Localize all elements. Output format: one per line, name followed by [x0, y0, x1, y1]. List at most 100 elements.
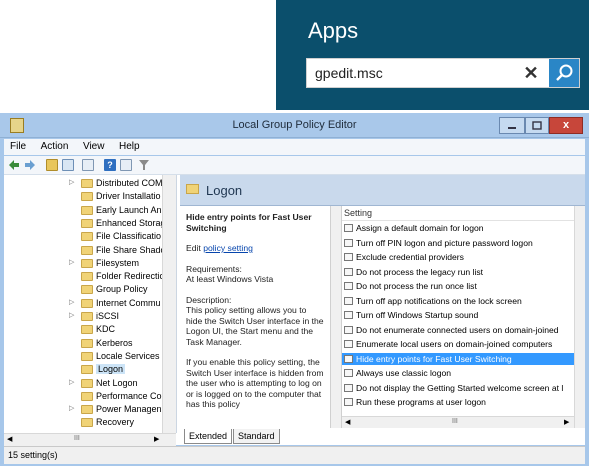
folder-icon: [81, 378, 93, 388]
tree-vertical-scrollbar[interactable]: [162, 175, 176, 433]
tree-item-label: Locale Services: [96, 350, 160, 361]
tree-item[interactable]: Locale Services: [4, 350, 164, 363]
column-header-setting[interactable]: Setting: [342, 206, 574, 221]
help-icon[interactable]: ?: [104, 159, 116, 171]
setting-row[interactable]: Enumerate local users on domain-joined c…: [342, 338, 574, 350]
setting-row[interactable]: Turn off app notifications on the lock s…: [342, 295, 574, 307]
folder-icon: [81, 285, 93, 295]
menu-help[interactable]: Help: [113, 139, 146, 154]
tree-item[interactable]: KDC: [4, 323, 164, 336]
scroll-left-icon[interactable]: ◀: [345, 418, 350, 426]
setting-label: Always use classic logon: [356, 368, 452, 378]
tab-standard[interactable]: Standard: [233, 429, 280, 444]
menu-file[interactable]: File: [4, 139, 32, 154]
search-input[interactable]: [315, 63, 515, 83]
export-list-icon[interactable]: [82, 159, 94, 171]
setting-row[interactable]: Turn off PIN logon and picture password …: [342, 237, 574, 249]
policy-setting-icon: [344, 340, 353, 348]
menu-view[interactable]: View: [77, 139, 111, 154]
tree-item[interactable]: Performance Co: [4, 390, 164, 403]
tree-item[interactable]: Enhanced Storag: [4, 217, 166, 230]
tree-item[interactable]: ▷ Power Managen: [4, 403, 164, 416]
clear-icon[interactable]: ✕: [520, 62, 542, 84]
edit-policy-link[interactable]: policy setting: [203, 243, 253, 253]
tree-item[interactable]: File Share Shado: [4, 244, 166, 257]
tree-item[interactable]: Early Launch An: [4, 204, 164, 217]
tree-item[interactable]: ▷ Net Logon: [4, 377, 164, 390]
tree-horizontal-scrollbar[interactable]: ◀ III ▶: [4, 433, 176, 446]
expand-arrow-icon[interactable]: ▷: [69, 378, 74, 386]
tree-item[interactable]: ▷ Distributed COM: [4, 177, 164, 190]
tree-item-label: Enhanced Storag: [96, 217, 166, 228]
setting-row[interactable]: Run these programs at user logon: [342, 396, 574, 408]
expand-arrow-icon[interactable]: ▷: [69, 404, 74, 412]
tree-item-label: File Classificatio: [96, 231, 162, 242]
policy-setting-icon: [344, 354, 353, 363]
setting-row[interactable]: Do not process the legacy run list: [342, 266, 574, 278]
pane-splitter[interactable]: [330, 206, 342, 428]
back-icon[interactable]: [8, 159, 20, 171]
forward-icon[interactable]: [24, 159, 36, 171]
tree-pane[interactable]: ▷ Distributed COM Driver Installatio Early …: [4, 175, 177, 433]
tree-item[interactable]: Folder Redirectic: [4, 270, 164, 283]
setting-row[interactable]: Exclude credential providers: [342, 251, 574, 263]
expand-arrow-icon[interactable]: ▷: [69, 178, 74, 186]
expand-arrow-icon[interactable]: ▷: [69, 258, 74, 266]
up-folder-icon[interactable]: [46, 159, 58, 171]
properties-icon[interactable]: [120, 159, 132, 171]
requirements: Requirements: At least Windows Vista: [186, 264, 324, 285]
settings-vertical-scrollbar[interactable]: [574, 206, 585, 428]
setting-row[interactable]: Hide entry points for Fast User Switchin…: [342, 352, 574, 365]
menu-action[interactable]: Action: [35, 139, 75, 154]
menu-bar: File Action View Help: [4, 139, 585, 155]
tree-item[interactable]: Logon: [4, 363, 164, 376]
tree-item[interactable]: Recovery: [4, 416, 164, 429]
close-button[interactable]: x: [549, 117, 583, 134]
scroll-right-icon[interactable]: ▶: [154, 435, 159, 443]
setting-row[interactable]: Do not process the run once list: [342, 280, 574, 292]
search-button[interactable]: [549, 59, 579, 87]
scroll-left-icon[interactable]: ◀: [7, 435, 12, 443]
expand-arrow-icon[interactable]: ▷: [69, 311, 74, 319]
maximize-button[interactable]: [525, 117, 549, 134]
settings-horizontal-scrollbar[interactable]: ◀ III ▶: [342, 416, 574, 428]
folder-icon: [81, 418, 93, 428]
tree-item[interactable]: ▷ iSCSI: [4, 310, 164, 323]
setting-label: Enumerate local users on domain-joined c…: [356, 339, 553, 349]
tree-item[interactable]: Kerberos: [4, 337, 164, 350]
tree-item[interactable]: ▷ Filesystem: [4, 257, 164, 270]
setting-row[interactable]: Do not display the Getting Started welco…: [342, 382, 574, 394]
folder-icon: [81, 205, 93, 215]
policy-setting-icon: [344, 383, 353, 392]
search-icon: [556, 64, 573, 81]
title-bar[interactable]: Local Group Policy Editor x: [0, 113, 589, 138]
tab-extended[interactable]: Extended: [184, 429, 233, 444]
policy-setting-icon: [344, 267, 353, 276]
setting-row[interactable]: Turn off Windows Startup sound: [342, 309, 574, 321]
settings-list[interactable]: Setting Assign a default domain for logo…: [342, 206, 585, 428]
folder-icon: [81, 365, 93, 375]
expand-arrow-icon[interactable]: ▷: [69, 298, 74, 306]
tree-item[interactable]: Driver Installatio: [4, 190, 164, 203]
tree-item[interactable]: ▷ Internet Commu: [4, 297, 164, 310]
view-tabs: Extended Standard: [180, 429, 585, 445]
scroll-right-icon[interactable]: ▶: [564, 418, 569, 426]
pane-title: Logon: [206, 183, 243, 198]
show-hide-tree-icon[interactable]: [62, 159, 74, 171]
setting-row[interactable]: Always use classic logon: [342, 367, 574, 379]
setting-label: Do not enumerate connected users on doma…: [356, 324, 559, 335]
minimize-button[interactable]: [499, 117, 525, 134]
tree-item[interactable]: File Classificatio: [4, 230, 164, 243]
policy-setting-icon: [344, 238, 353, 247]
tree-item-label: Power Managen: [96, 404, 162, 415]
setting-row[interactable]: Do not enumerate connected users on doma…: [342, 324, 574, 336]
folder-icon: [81, 338, 93, 348]
tree-item-label: Folder Redirectic: [96, 271, 165, 282]
description: Description: This policy setting allows …: [186, 295, 324, 348]
setting-row[interactable]: Assign a default domain for logon: [342, 222, 574, 234]
tree-item[interactable]: Group Policy: [4, 283, 164, 296]
apps-search-box[interactable]: ✕: [306, 58, 580, 88]
filter-icon[interactable]: [138, 159, 150, 171]
tree-item-label: Net Logon: [96, 377, 138, 388]
description-panel: Hide entry points for Fast User Switchin…: [180, 206, 330, 428]
